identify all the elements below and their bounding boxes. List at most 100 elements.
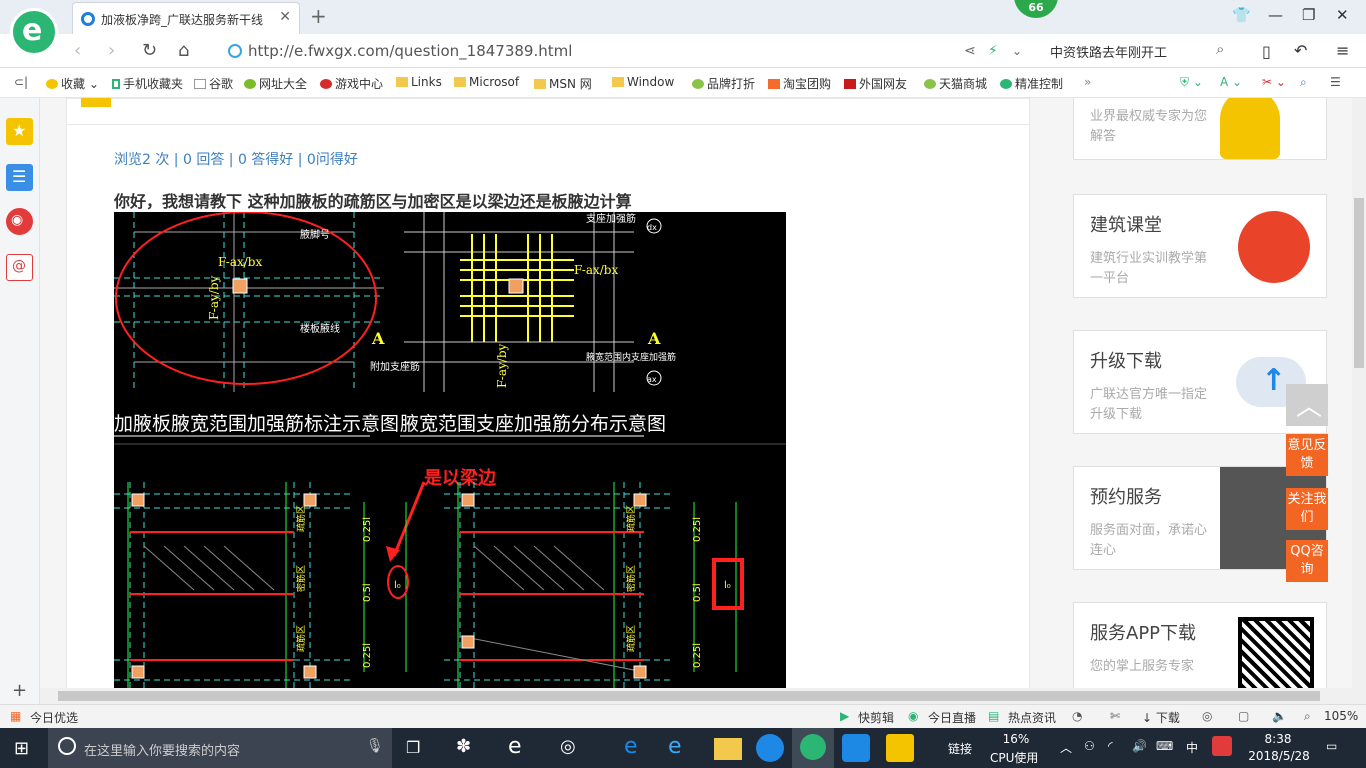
menu-icon[interactable]: ≡ bbox=[1336, 41, 1349, 60]
search-input[interactable]: 中资铁路去年刚开工 ⌕ bbox=[1040, 38, 1240, 64]
taskbar-search-input[interactable]: 在这里输入你要搜索的内容 🎙 bbox=[48, 728, 392, 768]
horizontal-scroll-thumb[interactable] bbox=[58, 691, 1320, 701]
today-picks-link[interactable]: 今日优选 bbox=[30, 709, 78, 726]
vertical-scrollbar[interactable] bbox=[1352, 98, 1366, 704]
tools-icon[interactable]: ✄ bbox=[1110, 709, 1120, 723]
quick-clip-link[interactable]: 快剪辑 bbox=[858, 709, 894, 726]
sidebar-toggle-icon[interactable]: ⊂| bbox=[14, 75, 28, 89]
weibo-icon[interactable]: ◉ bbox=[6, 208, 33, 235]
task-view-icon[interactable]: ❐ bbox=[406, 738, 420, 757]
bookmark-item[interactable]: 收藏 ⌄ bbox=[46, 75, 99, 92]
shield-icon[interactable]: ⛨ ⌄ bbox=[1180, 75, 1203, 90]
bookmark-item[interactable]: 天猫商城 bbox=[924, 75, 987, 92]
window-icon[interactable]: ▢ bbox=[1238, 709, 1249, 723]
download-link[interactable]: ↓ 下载 bbox=[1142, 709, 1180, 726]
ime-indicator[interactable]: 中 bbox=[1186, 739, 1198, 756]
ad-card-app[interactable]: 服务APP下载 您的掌上服务专家 bbox=[1073, 602, 1327, 688]
bookmark-item[interactable]: 精准控制 bbox=[1000, 75, 1063, 92]
restore-icon[interactable]: ❐ bbox=[1302, 6, 1315, 24]
glodon-app-icon[interactable] bbox=[756, 734, 784, 762]
ad-card-course[interactable]: 建筑课堂 建筑行业实训教学第一平台 bbox=[1073, 194, 1327, 298]
more-bookmarks-icon[interactable]: » bbox=[1084, 75, 1091, 89]
follow-us-button[interactable]: 关注我们 bbox=[1286, 488, 1328, 530]
bookmark-item[interactable]: 网址大全 bbox=[244, 75, 307, 92]
active-browser-app[interactable] bbox=[792, 728, 834, 768]
chevron-down-icon[interactable]: ⌄ bbox=[1012, 44, 1022, 58]
menu-grid-icon[interactable]: ☰ bbox=[1330, 75, 1341, 89]
sogou-ime-icon[interactable] bbox=[1212, 736, 1232, 756]
refresh-icon[interactable]: ↻ bbox=[142, 40, 157, 61]
horizontal-scrollbar[interactable] bbox=[40, 688, 1352, 704]
zoom-icon[interactable]: ⌕ bbox=[1304, 709, 1311, 724]
speaker-icon[interactable]: 🔊 bbox=[1132, 739, 1147, 753]
course-logo-icon bbox=[1238, 211, 1310, 283]
vertical-scroll-thumb[interactable] bbox=[1354, 198, 1364, 368]
question-stats[interactable]: 浏览2 次 | 0 回答 | 0 答得好 | 0问得好 bbox=[114, 149, 358, 169]
bookmark-folder[interactable]: Microsof bbox=[454, 75, 519, 89]
search-icon[interactable]: ⌕ bbox=[1216, 40, 1224, 58]
zoom-level[interactable]: 105% bbox=[1324, 709, 1358, 723]
qq-consult-button[interactable]: QQ咨询 bbox=[1286, 540, 1328, 582]
url-field[interactable]: http://e.fwxgx.com/question_1847389.html bbox=[222, 38, 1022, 64]
clock-time[interactable]: 8:38 bbox=[1252, 732, 1304, 746]
browser-logo-icon[interactable]: e bbox=[10, 8, 58, 56]
favorites-star-icon[interactable]: ★ bbox=[6, 118, 33, 145]
back-to-top-button[interactable]: ︿ bbox=[1286, 384, 1328, 426]
new-tab-icon[interactable]: + bbox=[310, 4, 327, 28]
minimize-icon[interactable]: — bbox=[1268, 6, 1283, 24]
secure-site-icon bbox=[228, 44, 242, 58]
home-icon[interactable]: ⌂ bbox=[178, 40, 189, 61]
search-tool-icon[interactable]: ⌕ bbox=[1300, 75, 1307, 90]
ad-card-expert[interactable]: 业界最权威专家为您解答 bbox=[1073, 98, 1327, 160]
windows-start-icon[interactable]: ⊞ bbox=[14, 738, 29, 759]
mail-icon[interactable]: @ bbox=[6, 254, 33, 281]
score-badge[interactable]: 66 bbox=[1014, 0, 1058, 18]
phone-icon[interactable]: ▯ bbox=[1262, 42, 1271, 61]
shirt-skin-icon[interactable]: 👕 bbox=[1232, 6, 1251, 24]
bookmark-folder[interactable]: MSN 网 bbox=[534, 75, 592, 92]
translate-icon[interactable]: A ⌄ bbox=[1220, 75, 1242, 89]
share-icon[interactable]: ⋖ bbox=[964, 43, 976, 59]
feedback-button[interactable]: 意见反馈 bbox=[1286, 434, 1328, 476]
forward-icon[interactable]: › bbox=[108, 40, 115, 61]
blue-plus-app-icon[interactable] bbox=[842, 734, 870, 762]
volume-icon[interactable]: 🔈 bbox=[1272, 709, 1287, 723]
lightning-icon[interactable]: ⚡ bbox=[988, 43, 998, 59]
bookmark-item[interactable]: 游戏中心 bbox=[320, 75, 383, 92]
link-label[interactable]: 链接 bbox=[948, 740, 972, 757]
live-link[interactable]: 今日直播 bbox=[928, 709, 976, 726]
people-icon[interactable]: ⚇ bbox=[1084, 739, 1095, 753]
scissors-icon[interactable]: ✂ ⌄ bbox=[1262, 75, 1286, 89]
bookmark-item[interactable]: 手机收藏夹 bbox=[112, 75, 183, 92]
browser-e-icon[interactable]: e bbox=[508, 734, 522, 759]
chrome-like-icon[interactable]: ◎ bbox=[560, 736, 576, 757]
compass-icon[interactable]: ◎ bbox=[1202, 709, 1212, 723]
bookmark-item[interactable]: 品牌打折 bbox=[692, 75, 755, 92]
file-explorer-icon[interactable] bbox=[714, 738, 742, 760]
microphone-icon[interactable]: 🎙 bbox=[366, 738, 384, 754]
clock-date[interactable]: 2018/5/28 bbox=[1244, 749, 1314, 763]
bookmark-item[interactable]: 谷歌 bbox=[194, 75, 233, 92]
keyboard-icon[interactable]: ⌨ bbox=[1156, 739, 1173, 753]
bookmark-folder[interactable]: Window bbox=[612, 75, 674, 89]
edge-icon[interactable]: e bbox=[624, 734, 652, 762]
dim-05-right: 0.5l bbox=[692, 583, 703, 602]
hot-news-link[interactable]: 热点资讯 bbox=[1008, 709, 1056, 726]
notes-app-icon[interactable] bbox=[886, 734, 914, 762]
undo-icon[interactable]: ↶ bbox=[1294, 41, 1307, 60]
add-sidebar-icon[interactable]: + bbox=[12, 680, 27, 701]
tray-up-icon[interactable]: ︿ bbox=[1060, 739, 1072, 756]
ie-icon[interactable]: e bbox=[668, 734, 696, 762]
wifi-icon[interactable]: ◜ bbox=[1108, 739, 1113, 753]
close-tab-icon[interactable]: ✕ bbox=[279, 9, 291, 25]
close-window-icon[interactable]: ✕ bbox=[1336, 6, 1349, 24]
speed-icon[interactable]: ◔ bbox=[1072, 709, 1082, 723]
bookmark-folder[interactable]: Links bbox=[396, 75, 442, 89]
bookmark-item[interactable]: 淘宝团购 bbox=[768, 75, 831, 92]
reading-list-icon[interactable]: ☰ bbox=[6, 164, 33, 191]
browser-tab[interactable]: 加液板净跨_广联达服务新干线 ✕ bbox=[72, 2, 300, 34]
notification-icon[interactable]: ▭ bbox=[1326, 739, 1337, 753]
back-icon[interactable]: ‹ bbox=[74, 40, 81, 61]
fan-app-icon[interactable]: ✽ bbox=[456, 736, 471, 757]
bookmark-item[interactable]: 外国网友 bbox=[844, 75, 907, 92]
